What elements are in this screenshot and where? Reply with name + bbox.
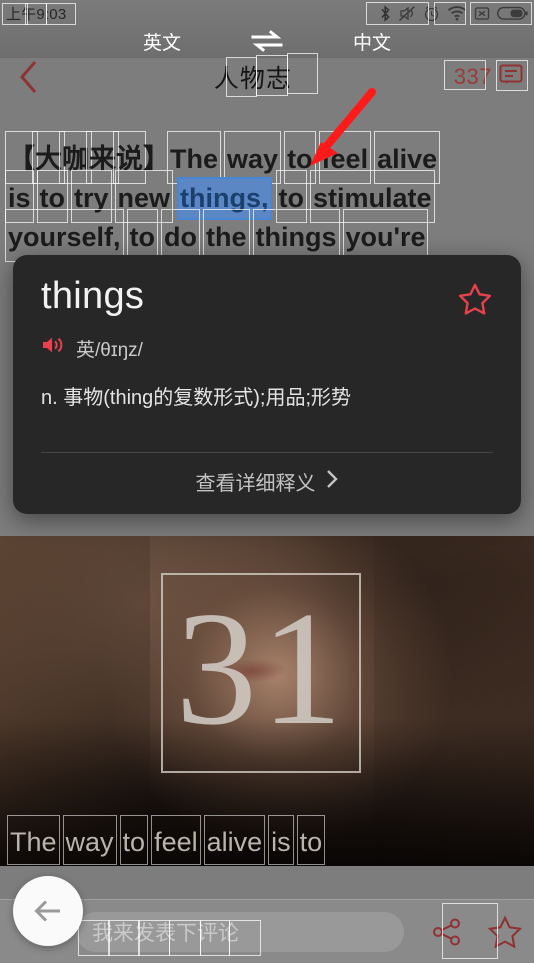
page-title: 人物志 (213, 65, 292, 93)
word[interactable]: to (36, 170, 69, 223)
issue-number-frame: 31 (161, 573, 361, 773)
word[interactable]: 说 (113, 131, 146, 184)
article-text[interactable]: 【大咖来说】The way to feel alive is to try new things… (0, 131, 534, 262)
word[interactable]: 咖 (59, 131, 92, 184)
word[interactable]: to (126, 209, 159, 262)
word[interactable]: feel (151, 815, 201, 865)
word[interactable]: new (114, 170, 173, 223)
dictionary-word: things (41, 275, 145, 317)
word[interactable]: to (284, 131, 317, 184)
article-hero-image: 31 The way to feel alive is to (0, 536, 534, 866)
share-icon[interactable] (418, 900, 476, 963)
word[interactable]: the (203, 209, 250, 262)
word[interactable]: 来 (86, 131, 119, 184)
mute-icon (398, 5, 416, 22)
comment-count: 337 (453, 64, 492, 89)
comment-bubble-icon[interactable] (498, 62, 524, 93)
word[interactable]: alive (374, 131, 441, 184)
battery-icon (497, 6, 528, 21)
word[interactable]: do (161, 209, 201, 262)
dictionary-header: things (41, 273, 493, 322)
word[interactable]: things (252, 209, 340, 262)
word[interactable]: you're (342, 209, 429, 262)
title-bar: 人物志 337 (0, 56, 534, 98)
back-button[interactable] (0, 56, 58, 98)
status-time: 上午9:03 (6, 5, 67, 23)
floating-back-button[interactable] (13, 876, 83, 946)
language-source[interactable]: 英文 (87, 28, 237, 55)
word[interactable]: The (166, 131, 222, 184)
phonetic-text: 英/θɪŋz/ (76, 339, 143, 361)
dictionary-definition: n. 事物(thing的复数形式);用品;形势 (41, 387, 352, 409)
article-line: yourself, to do the things you're (5, 209, 526, 262)
arrow-left-icon (34, 900, 60, 922)
language-switch-bar: 英文 中文 (0, 22, 534, 60)
word[interactable]: to (275, 170, 308, 223)
wifi-icon (447, 5, 467, 21)
view-detail-label: 查看详细释义 (195, 473, 316, 495)
dictionary-pronunciation[interactable]: 英/θɪŋz/ (41, 334, 493, 362)
swap-languages-icon[interactable] (237, 30, 297, 52)
article-line: is to try new things, to stimulate (5, 170, 526, 223)
status-icon-group (380, 4, 528, 22)
chevron-right-icon (325, 468, 339, 496)
word[interactable]: is (268, 815, 294, 865)
view-detailed-definition-link[interactable]: 查看详细释义 (41, 453, 493, 500)
selected-word[interactable]: things, (179, 179, 270, 218)
word[interactable]: 大 (32, 131, 65, 184)
word[interactable]: feel (318, 131, 371, 184)
issue-number: 31 (175, 578, 347, 759)
dictionary-popup: things 英/θɪŋz/ n. 事物(thing的复数形式);用品;形势 查… (13, 255, 521, 514)
word[interactable]: try (71, 170, 112, 223)
hero-caption: The way to feel alive is to (0, 815, 534, 865)
comment-placeholder: 我来发表下评论 (92, 921, 239, 945)
comment-count-group[interactable]: 337 (454, 62, 534, 93)
bluetooth-icon (380, 4, 391, 22)
language-target[interactable]: 中文 (297, 28, 447, 55)
word[interactable]: way (62, 815, 117, 865)
word[interactable]: way (224, 131, 282, 184)
favorite-button[interactable] (476, 900, 534, 963)
star-outline-icon[interactable] (457, 273, 493, 322)
word[interactable]: yourself, (5, 209, 124, 262)
word[interactable]: is (5, 170, 34, 223)
word[interactable]: 】 (143, 140, 170, 179)
word[interactable]: to (296, 815, 325, 865)
word[interactable]: The (7, 815, 60, 865)
no-sim-icon (474, 6, 490, 21)
word[interactable]: to (119, 815, 148, 865)
comment-input[interactable]: 我来发表下评论 (76, 911, 404, 952)
speaker-icon[interactable] (41, 334, 65, 362)
alarm-icon (423, 5, 440, 22)
word[interactable]: stimulate (310, 170, 435, 223)
phone-screen: 上午9:03 英文 中文 人物志 337 【大咖来说】The way to fe… (0, 0, 534, 963)
article-line: 【大咖来说】The way to feel alive (5, 131, 526, 184)
word[interactable]: alive (203, 815, 265, 865)
word[interactable]: 【 (5, 131, 38, 184)
